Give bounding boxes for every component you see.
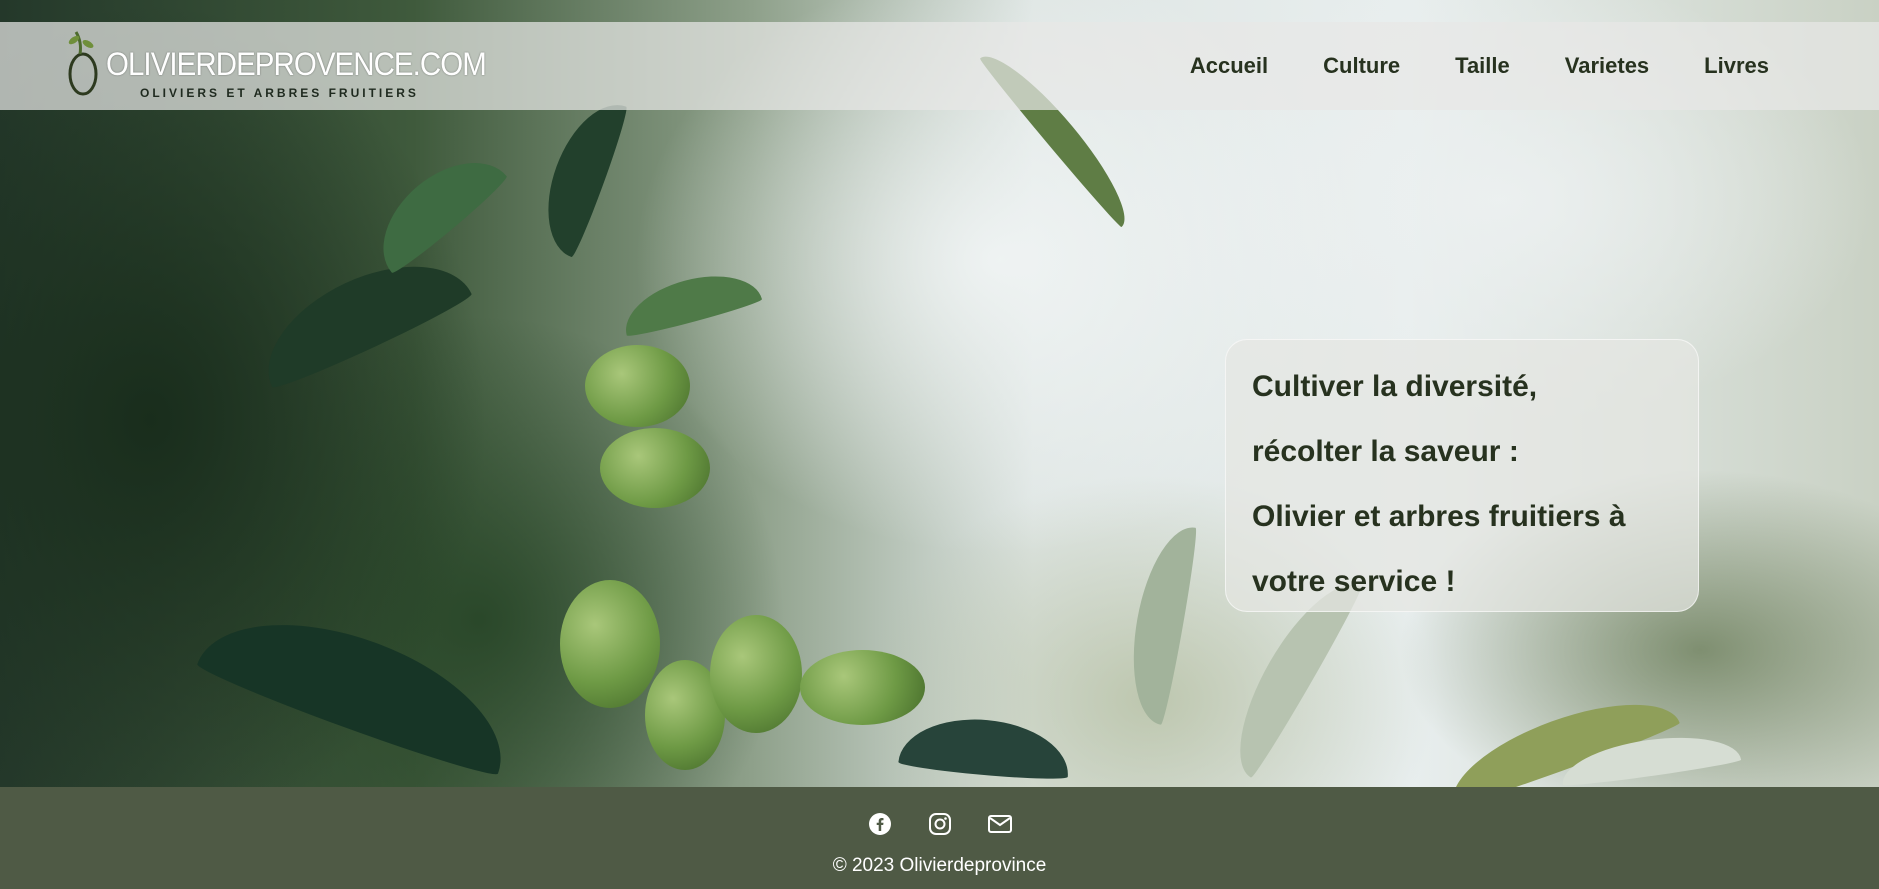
nav-taille[interactable]: Taille: [1455, 53, 1510, 79]
olive-decoration: [800, 650, 925, 725]
instagram-icon: [928, 813, 951, 835]
leaf-decoration: [1119, 520, 1201, 726]
nav-livres[interactable]: Livres: [1704, 53, 1769, 79]
hero-line: récolter la saveur :: [1252, 435, 1519, 468]
olive-decoration: [710, 615, 802, 733]
leaf-decoration: [529, 91, 631, 259]
leaf-decoration: [245, 236, 475, 394]
olive-decoration: [585, 345, 690, 427]
leaf-decoration: [616, 262, 764, 340]
olive-decoration: [560, 580, 660, 708]
site-header: OLIVIERDEPROVENCE.COM OLIVIERS ET ARBRES…: [0, 22, 1879, 110]
site-logo[interactable]: OLIVIERDEPROVENCE.COM OLIVIERS ET ARBRES…: [60, 22, 487, 110]
hero-tagline-card: Cultiver la diversité, récolter la saveu…: [1225, 339, 1699, 612]
leaf-decoration: [359, 138, 511, 277]
logo-name: OLIVIERDEPROVENCE.COM: [106, 46, 487, 82]
social-links: [0, 811, 1879, 837]
facebook-link[interactable]: [867, 811, 893, 837]
site-footer: © 2023 Olivierdeprovince: [0, 787, 1879, 889]
facebook-icon: [868, 813, 891, 835]
hero-line: Olivier et arbres fruitiers à: [1252, 500, 1626, 533]
olive-logo-icon: [68, 31, 98, 96]
mail-link[interactable]: [987, 811, 1013, 837]
hero-line: votre service !: [1252, 565, 1456, 598]
nav-culture[interactable]: Culture: [1323, 53, 1400, 79]
logo-tagline: OLIVIERS ET ARBRES FRUITIERS: [140, 86, 419, 100]
instagram-link[interactable]: [927, 811, 953, 837]
olive-decoration: [600, 428, 710, 508]
copyright-text: © 2023 Olivierdeprovince: [832, 855, 1047, 876]
leaf-decoration: [194, 587, 526, 783]
mail-icon: [987, 815, 1012, 833]
nav-accueil[interactable]: Accueil: [1190, 53, 1268, 79]
leaf-decoration: [897, 712, 1073, 783]
hero-line: Cultiver la diversité,: [1252, 370, 1538, 403]
main-nav: Accueil Culture Taille Varietes Livres: [1135, 22, 1769, 110]
nav-varietes[interactable]: Varietes: [1565, 53, 1649, 79]
